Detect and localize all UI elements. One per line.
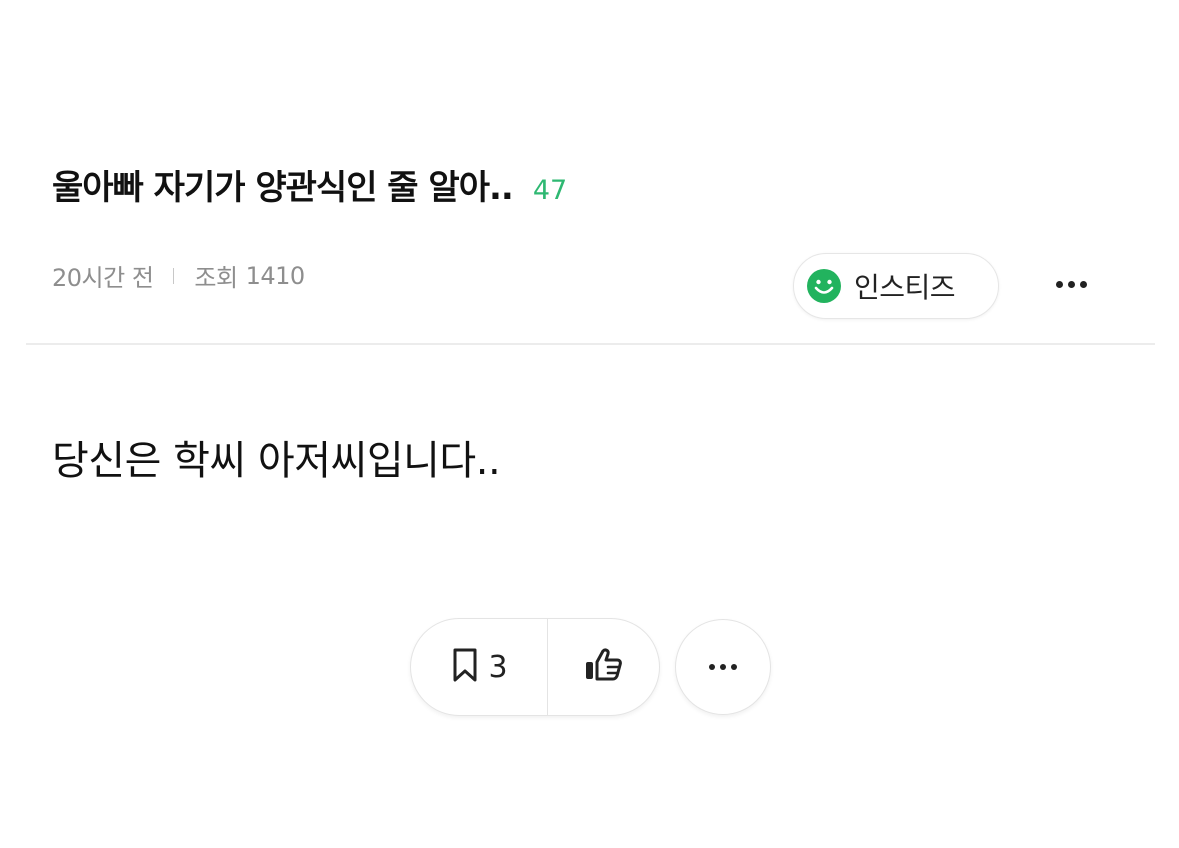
- views-count: 1410: [245, 261, 306, 290]
- views-label: 조회: [194, 264, 238, 292]
- header-more-button[interactable]: [1043, 266, 1099, 302]
- thumbs-up-icon: [584, 647, 624, 687]
- more-dots-icon: [709, 664, 737, 670]
- post-meta: 20시간 전 조회 1410: [52, 258, 305, 293]
- action-group: 3: [410, 618, 660, 716]
- post-title: 울아빠 자기가 양관식인 줄 알아..: [52, 168, 514, 208]
- scrap-count: 3: [488, 649, 508, 685]
- community-chip[interactable]: 인스티즈: [793, 253, 999, 319]
- more-dots-icon: [1055, 280, 1087, 288]
- more-button[interactable]: [675, 619, 771, 715]
- post-body: 당신은 학씨 아저씨입니다..: [52, 438, 501, 484]
- post-time: 20시간 전: [52, 264, 154, 292]
- comment-count[interactable]: 47: [533, 175, 567, 206]
- smile-icon: [806, 268, 842, 304]
- like-button[interactable]: [548, 619, 659, 715]
- post-header: 울아빠 자기가 양관식인 줄 알아.. 47: [52, 160, 567, 209]
- bookmark-icon: [450, 647, 480, 687]
- community-name: 인스티즈: [854, 271, 956, 304]
- meta-divider: [173, 267, 175, 284]
- header-divider: [26, 343, 1155, 345]
- scrap-button[interactable]: 3: [411, 619, 548, 715]
